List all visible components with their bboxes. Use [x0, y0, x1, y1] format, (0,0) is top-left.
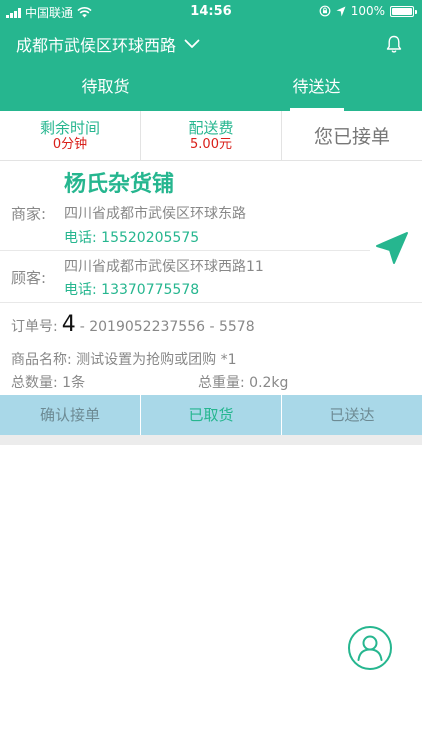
customer-label: 顾客:	[11, 269, 47, 287]
order-actions: 确认接单 已取货 已送达	[0, 395, 422, 435]
order-number-label: 订单号:	[11, 319, 58, 335]
delivery-fee-value: 5.00元	[190, 136, 232, 152]
accepted-status: 您已接单	[282, 111, 422, 160]
delivered-button[interactable]: 已送达	[282, 395, 422, 435]
section-separator	[0, 435, 422, 445]
remaining-time: 剩余时间 0分钟	[0, 111, 141, 160]
navigation-arrow-icon[interactable]	[374, 230, 410, 266]
order-number: 4	[61, 312, 76, 337]
profile-button[interactable]	[348, 626, 392, 670]
battery-icon	[390, 5, 417, 17]
confirm-order-button[interactable]: 确认接单	[0, 395, 141, 435]
customer-phone[interactable]: 电话: 13370775578	[64, 279, 199, 299]
location-selector[interactable]: 成都市武侯区环球西路	[16, 33, 200, 55]
delivery-fee-label: 配送费	[188, 118, 234, 137]
tab-pending-delivery[interactable]: 待送达	[211, 72, 422, 111]
remaining-time-value: 0分钟	[52, 136, 88, 152]
battery-percent: 100%	[350, 4, 385, 18]
total-count: 总数量: 1条	[11, 375, 86, 391]
delivery-fee: 配送费 5.00元	[141, 111, 282, 160]
rotation-lock-icon	[319, 5, 331, 17]
remaining-time-label: 剩余时间	[39, 118, 100, 137]
tab-pending-pickup[interactable]: 待取货	[0, 72, 211, 111]
customer-address: 四川省成都市武侯区环球西路11	[64, 259, 264, 275]
merchant-address: 四川省成都市武侯区环球东路	[64, 206, 246, 222]
merchant-phone[interactable]: 电话: 15520205575	[64, 227, 199, 247]
divider	[0, 302, 422, 303]
location-label: 成都市武侯区环球西路	[16, 36, 177, 55]
order-summary: 剩余时间 0分钟 配送费 5.00元 您已接单	[0, 111, 422, 161]
merchant-label: 商家:	[11, 205, 47, 223]
status-right: 100%	[319, 4, 417, 18]
tab-bar: 待取货 待送达	[0, 72, 422, 111]
order-number-row: 订单号: 4 - 2019052237556 - 5578	[11, 312, 255, 337]
order-number-suffix: - 2019052237556 - 5578	[79, 319, 255, 335]
user-profile-icon	[357, 635, 383, 661]
status-bar: 中国联通 14:56 100%	[0, 0, 422, 24]
accepted-status-text: 您已接单	[313, 126, 390, 148]
bell-icon[interactable]	[386, 35, 402, 53]
goods-name: 商品名称: 测试设置为抢购或团购 *1	[11, 352, 237, 368]
location-arrow-icon	[336, 6, 346, 16]
picked-up-button[interactable]: 已取货	[141, 395, 282, 435]
app-header: 中国联通 14:56 100% 成都市武侯区环球西路 待取货 待送达	[0, 0, 422, 111]
chevron-down-icon	[184, 39, 200, 48]
total-weight: 总重量: 0.2kg	[198, 375, 289, 391]
shop-name: 杨氏杂货铺	[64, 172, 175, 197]
divider	[0, 250, 370, 251]
